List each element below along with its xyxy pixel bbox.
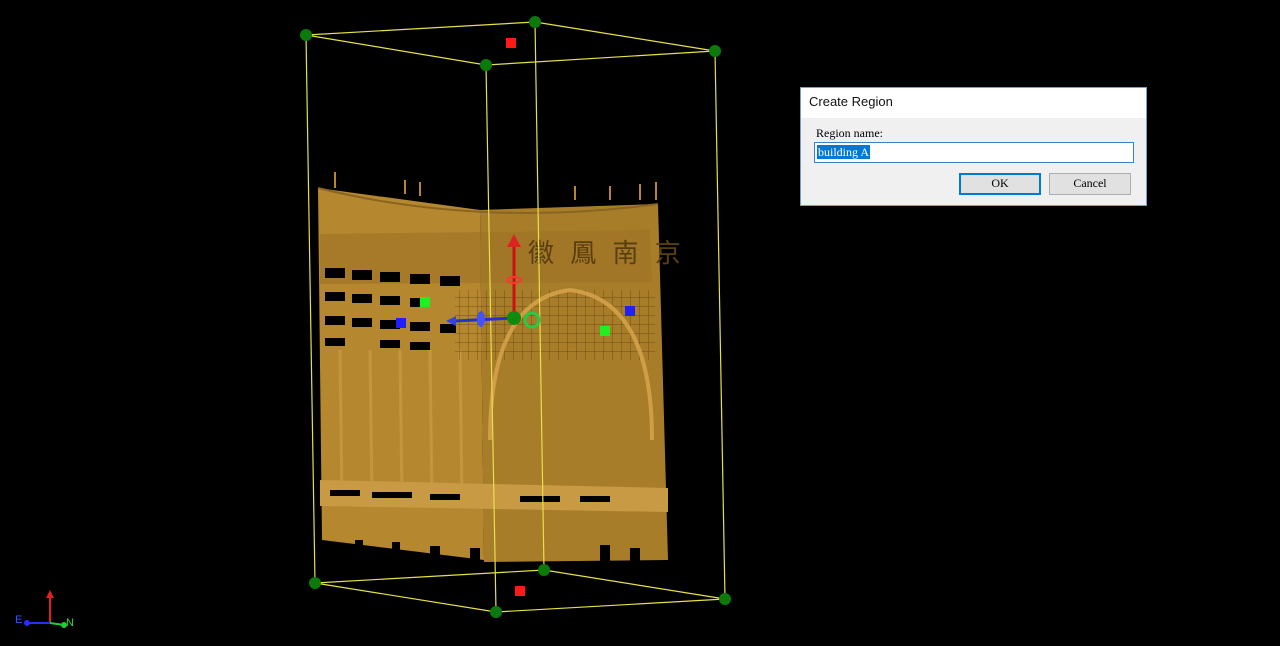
- box-vertex-handle[interactable]: [309, 577, 321, 589]
- box-vertex-handle[interactable]: [300, 29, 312, 41]
- axis-label-e: E: [15, 614, 22, 626]
- cancel-button[interactable]: Cancel: [1049, 173, 1131, 195]
- point-cloud-building: 徽 鳳 南 京: [317, 172, 685, 578]
- box-vertex-handle[interactable]: [709, 45, 721, 57]
- ok-button[interactable]: OK: [959, 173, 1041, 195]
- building-signage: 徽 鳳 南 京: [528, 239, 685, 269]
- region-name-label: Region name:: [816, 126, 883, 140]
- face-handle-front[interactable]: [420, 297, 430, 307]
- face-handle-back[interactable]: [600, 326, 610, 336]
- east-axis-icon: [24, 620, 30, 626]
- axis-label-n: N: [66, 617, 74, 629]
- create-region-dialog: Create Region Region name: building A OK…: [800, 87, 1147, 206]
- up-axis-arrow-icon: [46, 590, 54, 598]
- face-handle-bottom[interactable]: [515, 586, 525, 596]
- dialog-title: Create Region: [801, 88, 1146, 118]
- box-vertex-handle[interactable]: [480, 59, 492, 71]
- face-handle-left[interactable]: [396, 318, 406, 328]
- face-handle-right[interactable]: [625, 306, 635, 316]
- face-handle-top[interactable]: [506, 38, 516, 48]
- gizmo-center-icon[interactable]: [507, 311, 521, 325]
- box-vertex-handle[interactable]: [529, 16, 541, 28]
- region-name-value[interactable]: building A: [817, 145, 871, 159]
- box-vertex-handle[interactable]: [719, 593, 731, 605]
- region-name-input[interactable]: building A: [814, 142, 1134, 163]
- box-vertex-handle[interactable]: [538, 564, 550, 576]
- box-vertex-handle[interactable]: [490, 606, 502, 618]
- x-rotate-ring-icon[interactable]: [477, 311, 485, 327]
- axes-indicator: E N: [15, 590, 74, 629]
